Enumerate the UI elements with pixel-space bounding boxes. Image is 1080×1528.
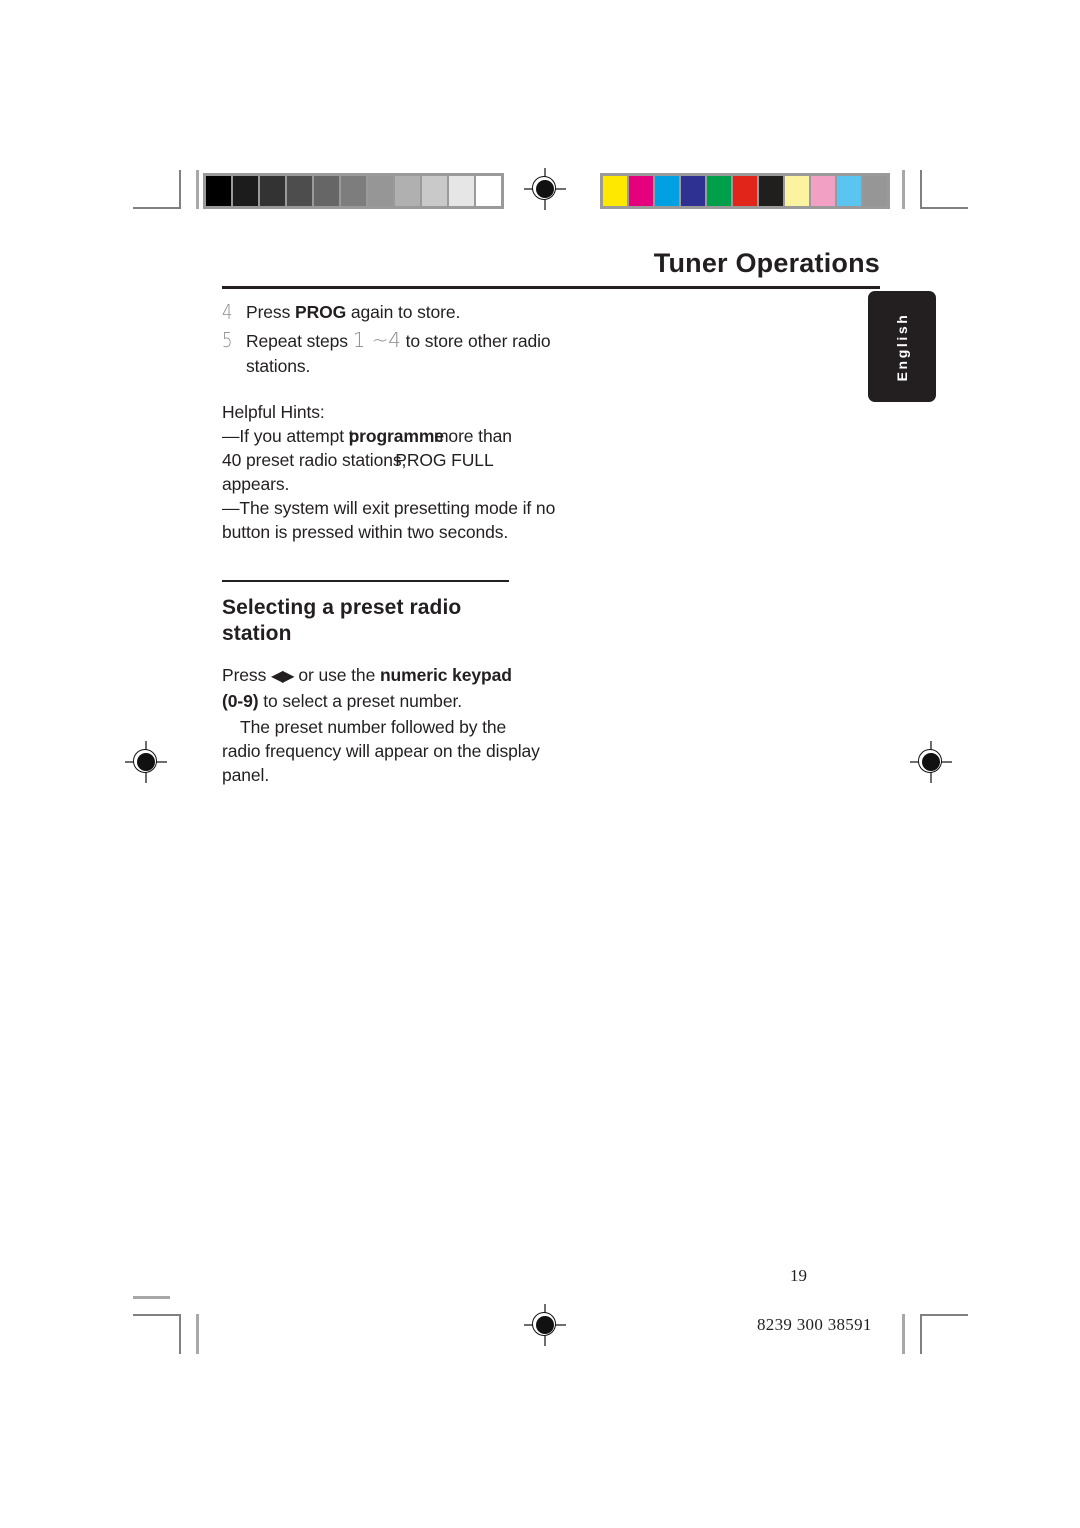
registration-mark-right-middle (910, 741, 952, 783)
hint-item-1-line-3: appears. (222, 474, 290, 494)
grayscale-swatch (287, 176, 312, 206)
prog-button-label: PROG (295, 302, 347, 322)
page-title: Tuner Operations (653, 248, 880, 278)
grayscale-swatch (260, 176, 285, 206)
title-divider (222, 286, 880, 289)
main-content: 4 Press PROG again to store. 5 Repeat st… (222, 300, 642, 787)
color-swatch (707, 176, 731, 206)
hint-text-stations: 40 preset radio stations, (222, 450, 407, 470)
list-item: 5 Repeat steps 1 ~4 to store other radio… (222, 328, 642, 379)
paragraph-text-d: to select a preset number. (258, 690, 462, 711)
paragraph-text-b: or use the (293, 664, 380, 685)
hint-text: The system will exit presetting mode if … (239, 498, 556, 518)
color-calibration-strip (600, 173, 890, 209)
hint-text-c: more than (433, 426, 512, 446)
grayscale-swatch (476, 176, 501, 206)
grayscale-swatch (233, 176, 258, 206)
section-paragraph-2: The preset number followed by the radio … (222, 716, 540, 785)
color-swatch (811, 176, 835, 206)
language-tab-english: English (868, 291, 936, 402)
section-heading-line2: station (222, 621, 292, 645)
color-swatch (863, 176, 887, 206)
registration-mark-top-center (524, 168, 566, 210)
document-code: 8239 300 38591 (757, 1315, 872, 1334)
grayscale-swatch (206, 176, 231, 206)
hint-text-programme: programme (348, 426, 444, 446)
grayscale-swatch (395, 176, 420, 206)
registration-mark-bottom-center (524, 1304, 566, 1346)
step-text-before: Repeat steps (246, 331, 353, 351)
left-right-arrow-icon: ◀▶ (271, 667, 295, 685)
color-swatch (759, 176, 783, 206)
numeric-keypad-label: numeric keypad (379, 664, 512, 685)
grayscale-calibration-strip (203, 173, 504, 209)
section-paragraph-1: Press ◀▶ or use the numeric keypad (0-9) … (222, 663, 532, 713)
hint-dash: — (222, 426, 240, 446)
grayscale-swatch (368, 176, 393, 206)
step-text: Press PROG again to store. (246, 300, 642, 325)
section-divider (222, 580, 509, 582)
hint-item-2-line-1: —The system will exit presetting mode if… (222, 496, 642, 520)
hint-text-prog-full: PROG FULL (395, 450, 494, 470)
step-text: Repeat steps 1 ~4 to store other radio st… (246, 328, 642, 379)
color-swatch (681, 176, 705, 206)
step-range-separator: ~ (365, 328, 389, 352)
registration-mark-left-middle (125, 741, 167, 783)
hint-text-a: If you attempt t (239, 426, 354, 446)
step-text-after: to store other radio (400, 331, 551, 351)
color-swatch (629, 176, 653, 206)
grayscale-swatch (341, 176, 366, 206)
page-number: 19 (790, 1266, 807, 1285)
crop-mark-top-left (133, 170, 203, 215)
color-swatch (733, 176, 757, 206)
hint-item-2-line-2: button is pressed within two seconds. (222, 522, 509, 542)
step-text-after: again to store. (346, 302, 461, 322)
step-text-before: Press (246, 302, 295, 322)
step-range-to: 4 (388, 328, 401, 352)
grayscale-swatch (422, 176, 447, 206)
paragraph-text-a: Press (222, 664, 271, 685)
section-heading: Selecting a preset radio station (222, 595, 502, 647)
helpful-hints: Helpful Hints: —If you attempt tprogramm… (222, 400, 642, 544)
crop-mark-bottom-right (900, 1296, 970, 1356)
numeric-range-label: (0-9) (222, 690, 259, 711)
crop-mark-bottom-left (133, 1296, 203, 1356)
grayscale-swatch (449, 176, 474, 206)
crop-mark-top-right (900, 170, 970, 215)
hint-item-1-line-1: —If you attempt tprogrammemore than (222, 424, 642, 448)
step-number: 4 (222, 300, 233, 324)
hints-heading: Helpful Hints: (222, 402, 325, 422)
color-swatch (655, 176, 679, 206)
step-number: 5 (222, 328, 233, 352)
color-swatch (785, 176, 809, 206)
list-item: 4 Press PROG again to store. (222, 300, 642, 325)
language-tab-label: English (894, 312, 910, 381)
hint-dash: — (222, 498, 240, 518)
color-swatch (603, 176, 627, 206)
step-range-from: 1 (352, 328, 366, 352)
color-swatch (837, 176, 861, 206)
grayscale-swatch (314, 176, 339, 206)
step-text-line2: stations. (246, 356, 311, 376)
hint-item-1-line-2: 40 preset radio stations,PROG FULL (222, 448, 642, 472)
section-heading-line1: Selecting a preset radio (222, 595, 462, 619)
